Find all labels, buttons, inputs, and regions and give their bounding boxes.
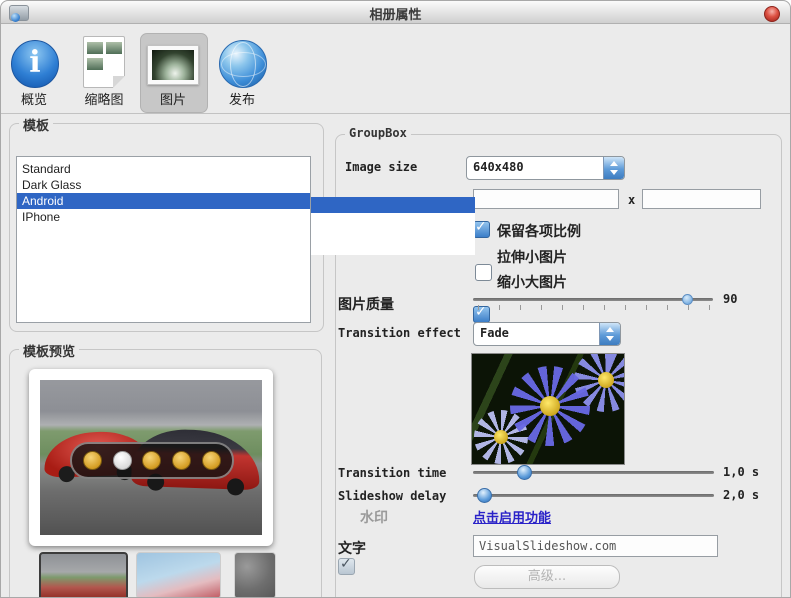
transition-time-thumb[interactable] — [517, 465, 532, 480]
selection-highlight-extension — [311, 197, 475, 213]
preview-nav-dot — [202, 451, 222, 470]
quality-slider-thumb[interactable] — [682, 294, 693, 305]
template-list-item-iphone[interactable]: IPhone — [17, 209, 310, 225]
toolbar-label-publish[interactable]: 发布 — [220, 89, 264, 108]
toolbar: 概览 缩略图 图片 发布 — [1, 24, 790, 114]
preview-nav-dot — [172, 451, 192, 470]
keep-ratio-checkbox[interactable] — [473, 219, 490, 238]
template-group-title: 模板 — [19, 115, 54, 134]
preview-nav-dot-active — [112, 451, 132, 470]
template-list-item-standard[interactable]: Standard — [17, 161, 310, 177]
settings-group-title: GroupBox — [345, 126, 411, 140]
transition-time-value: 1,0 s — [723, 465, 760, 479]
quality-slider-ticks — [478, 305, 711, 310]
watermark-checkbox — [338, 556, 355, 575]
keep-ratio-label[interactable]: 保留各项比例 — [497, 221, 581, 241]
preview-nav-dot — [142, 451, 162, 470]
watermark-text-label: 文字 — [338, 541, 366, 557]
info-icon[interactable] — [11, 40, 59, 88]
enable-feature-link[interactable]: 点击启用功能 — [473, 507, 551, 526]
toolbar-label-overview[interactable]: 概览 — [12, 89, 56, 108]
globe-icon[interactable] — [219, 40, 267, 88]
stretch-small-checkbox[interactable] — [475, 264, 492, 281]
preview-nav-dot — [82, 451, 102, 470]
transition-effect-select[interactable]: Fade — [473, 322, 621, 346]
custom-height-field[interactable] — [642, 189, 761, 209]
image-icon-landscape — [152, 50, 194, 80]
slideshow-delay-slider[interactable] — [473, 494, 714, 497]
stepper-arrows-icon[interactable] — [599, 323, 620, 345]
album-properties-dialog: 相册属性 概览 缩略图 图片 发布 模板 Standard Dark Glas — [0, 0, 791, 598]
transition-preview-image — [471, 353, 625, 465]
transition-effect-label: Transition effect — [338, 326, 461, 340]
toolbar-label-thumbnails[interactable]: 缩略图 — [77, 89, 131, 108]
preview-thumbnail-3[interactable] — [234, 552, 276, 597]
size-separator: x — [628, 193, 636, 207]
flower-center — [510, 366, 590, 446]
quality-value: 90 — [723, 292, 738, 306]
custom-width-field[interactable] — [473, 189, 619, 209]
transition-time-slider[interactable] — [473, 471, 714, 474]
image-size-select[interactable]: 640x480 — [466, 156, 625, 180]
slideshow-delay-value: 2,0 s — [723, 488, 760, 502]
template-list-item-darkglass[interactable]: Dark Glass — [17, 177, 310, 193]
transition-effect-value: Fade — [480, 326, 509, 340]
close-button[interactable] — [764, 6, 780, 22]
stretch-small-label[interactable]: 拉伸小图片 — [497, 247, 567, 267]
window-title: 相册属性 — [369, 8, 422, 23]
preview-group-title: 模板预览 — [19, 341, 80, 360]
template-list-item-android[interactable]: Android — [17, 193, 310, 209]
preview-thumbnail-1[interactable] — [39, 552, 128, 597]
watermark-label: 水印 — [360, 510, 388, 526]
shrink-large-label[interactable]: 缩小大图片 — [497, 272, 567, 292]
template-preview-frame — [29, 369, 273, 546]
thumbnails-icon[interactable] — [83, 36, 125, 88]
image-size-label: Image size — [345, 160, 418, 174]
title-bar[interactable]: 相册属性 — [1, 1, 790, 24]
quality-slider[interactable] — [473, 298, 713, 301]
selection-popup-panel — [311, 213, 475, 255]
image-size-value: 640x480 — [473, 160, 524, 174]
watermark-text-field[interactable] — [473, 535, 718, 557]
slideshow-delay-thumb[interactable] — [477, 488, 492, 503]
toolbar-label-images[interactable]: 图片 — [151, 89, 195, 108]
template-list[interactable]: Standard Dark Glass Android IPhone — [16, 156, 311, 323]
preview-control-bar — [70, 442, 234, 479]
advanced-button[interactable]: 高级... — [474, 565, 620, 589]
slideshow-delay-label: Slideshow delay — [338, 489, 447, 503]
stepper-arrows-icon[interactable] — [603, 157, 624, 179]
template-preview-image — [40, 380, 262, 535]
preview-thumbnail-2[interactable] — [136, 552, 221, 597]
image-icon[interactable] — [147, 45, 199, 85]
transition-time-label: Transition time — [338, 466, 447, 480]
quality-label: 图片质量 — [338, 297, 394, 313]
